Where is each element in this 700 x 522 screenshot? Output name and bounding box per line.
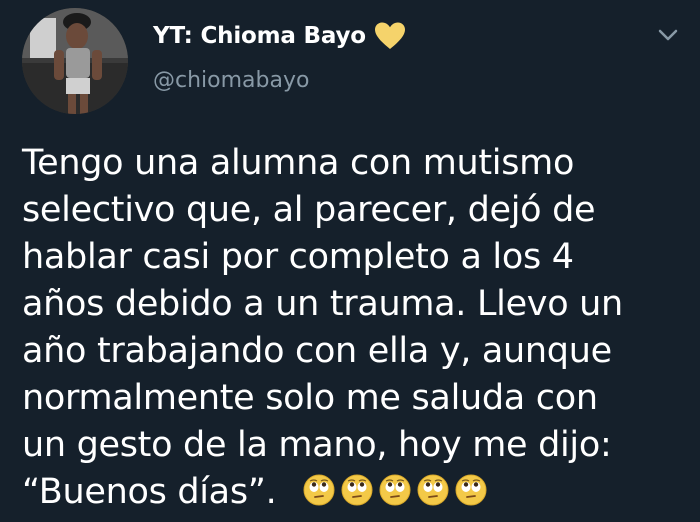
tweet-text-last-line: “Buenos días”. bbox=[22, 469, 692, 516]
tweet-text-line: año trabajando con ella y, aunque bbox=[22, 331, 612, 371]
yellow-heart-icon bbox=[374, 22, 405, 49]
face-with-rolling-eyes-icon bbox=[341, 474, 373, 506]
tweet-text-line: selectivo que, al parecer, dejó de bbox=[22, 190, 596, 230]
tweet-text-line: hablar casi por completo a los 4 bbox=[22, 237, 574, 277]
display-name-row: YT: Chioma Bayo bbox=[153, 18, 406, 54]
tweet-text-line: años debido a un trauma. Llevo un bbox=[22, 284, 623, 324]
emoji-row bbox=[303, 474, 487, 506]
chevron-down-icon[interactable] bbox=[656, 26, 680, 44]
tweet-text-line: normalmente solo me saluda con bbox=[22, 378, 598, 418]
user-handle[interactable]: @chiomabayo bbox=[153, 68, 406, 93]
tweet-header: YT: Chioma Bayo @chiomabayo bbox=[153, 18, 406, 93]
tweet-text: Tengo una alumna con mutismo selectivo q… bbox=[22, 140, 692, 516]
avatar-photo bbox=[22, 8, 128, 114]
face-with-rolling-eyes-icon bbox=[455, 474, 487, 506]
avatar[interactable] bbox=[22, 8, 128, 114]
tweet-text-line: Tengo una alumna con mutismo bbox=[22, 143, 575, 183]
face-with-rolling-eyes-icon bbox=[303, 474, 335, 506]
tweet-text-line: “Buenos días”. bbox=[22, 472, 277, 512]
face-with-rolling-eyes-icon bbox=[417, 474, 449, 506]
tweet-card: YT: Chioma Bayo @chiomabayo Tengo una al… bbox=[0, 0, 700, 522]
tweet-text-line: un gesto de la mano, hoy me dijo: bbox=[22, 425, 612, 465]
face-with-rolling-eyes-icon bbox=[379, 474, 411, 506]
display-name[interactable]: YT: Chioma Bayo bbox=[153, 23, 366, 49]
